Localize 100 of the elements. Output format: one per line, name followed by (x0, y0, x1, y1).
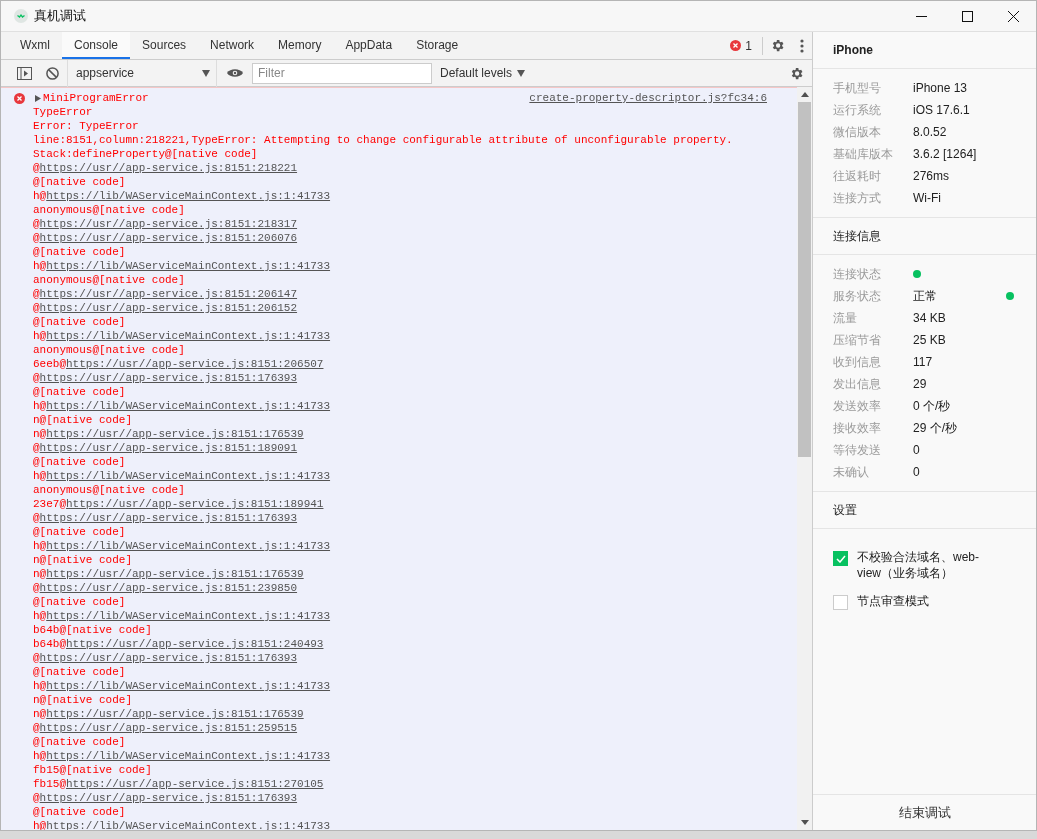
error-text: b64b@[native code] (33, 623, 152, 637)
source-link[interactable]: https://lib/WAServiceMainContext.js:1:41733 (46, 750, 331, 762)
source-link[interactable]: https://usr//app-service.js:8151:176539 (46, 428, 304, 440)
sidebar-toggle-icon[interactable] (17, 66, 32, 80)
context-select[interactable]: appservice (67, 59, 217, 87)
error-text: @[native code] (33, 245, 126, 259)
checkbox[interactable] (833, 551, 848, 566)
source-link[interactable]: https://usr//app-service.js:8151:176393 (39, 512, 298, 524)
source-link[interactable]: https://lib/WAServiceMainContext.js:1:41733 (46, 330, 331, 342)
source-link[interactable]: https://lib/WAServiceMainContext.js:1:41733 (46, 540, 331, 552)
caret-icon (517, 69, 526, 77)
error-title[interactable]: MiniProgramError (43, 91, 149, 105)
settings-icon[interactable] (789, 65, 804, 81)
stack-frame: n@https://usr//app-service.js:8151:176539 (33, 427, 304, 441)
source-link[interactable]: https://usr//app-service.js:8151:218221 (39, 162, 298, 174)
devtools-tab[interactable]: Wxml (8, 32, 62, 59)
info-value: 29 个/秒 (913, 420, 957, 437)
source-link[interactable]: https://lib/WAServiceMainContext.js:1:41733 (46, 400, 331, 412)
source-link[interactable]: https://usr//app-service.js:8151:206147 (39, 288, 298, 300)
info-label: 收到信息 (833, 354, 882, 371)
eye-icon[interactable] (227, 68, 243, 78)
source-link[interactable]: https://usr//app-service.js:8151:240493 (66, 638, 324, 650)
source-link[interactable]: https://usr//app-service.js:8151:176393 (39, 652, 298, 664)
stack-frame: b64b@https://usr//app-service.js:8151:240493 (33, 637, 324, 651)
info-label: 接收效率 (833, 420, 882, 437)
maximize-icon (961, 10, 973, 22)
info-value: 29 (913, 376, 927, 393)
error-text: fb15@[native code] (33, 763, 152, 777)
stack-frame: @https://usr//app-service.js:8151:259515 (33, 721, 298, 735)
info-label: 服务状态 (833, 288, 882, 305)
devtools-tab[interactable]: AppData (333, 32, 405, 59)
info-label: 基础库版本 (833, 146, 894, 163)
source-link[interactable]: https://usr//app-service.js:8151:239850 (39, 582, 298, 594)
source-link[interactable]: https://usr//app-service.js:8151:189941 (66, 498, 324, 510)
app-logo-icon (14, 9, 28, 23)
source-link[interactable]: https://usr//app-service.js:8151:176393 (39, 372, 298, 384)
section-title: 连接信息 (833, 228, 881, 245)
error-text: anonymous@[native code] (33, 203, 185, 217)
source-link[interactable]: https://usr//app-service.js:8151:206152 (39, 302, 298, 314)
info-value: 0 个/秒 (913, 398, 951, 415)
stack-frame: @https://usr//app-service.js:8151:239850 (33, 581, 298, 595)
stack-frame: h@https://lib/WAServiceMainContext.js:1:41733 (33, 539, 331, 553)
error-text: Error: TypeError (33, 119, 139, 133)
source-link[interactable]: https://usr//app-service.js:8151:206076 (39, 232, 298, 244)
info-label: 微信版本 (833, 124, 882, 141)
info-label: 未确认 (833, 464, 870, 481)
info-value: 276ms (913, 168, 950, 185)
error-text: @[native code] (33, 315, 126, 329)
source-link[interactable]: https://usr//app-service.js:8151:206507 (66, 358, 324, 370)
info-label: 连接方式 (833, 190, 882, 207)
stack-frame: h@https://lib/WAServiceMainContext.js:1:41733 (33, 679, 331, 693)
filter-input[interactable]: Filter (252, 62, 432, 84)
more-icon[interactable] (800, 38, 804, 53)
devtools-tab[interactable]: Network (198, 32, 267, 59)
stack-frame: @https://usr//app-service.js:8151:206147 (33, 287, 298, 301)
error-text: n@[native code] (33, 693, 133, 707)
stack-frame: h@https://lib/WAServiceMainContext.js:1:41733 (33, 329, 331, 343)
source-link[interactable]: https://usr//app-service.js:8151:259515 (39, 722, 298, 734)
source-link[interactable]: https://lib/WAServiceMainContext.js:1:41733 (46, 610, 331, 622)
devtools-tab[interactable]: Sources (130, 32, 199, 59)
devtools-tab[interactable]: Console (62, 32, 131, 59)
info-value: 0 (913, 442, 920, 459)
devtools-tab[interactable]: Storage (404, 32, 471, 59)
source-link[interactable]: https://lib/WAServiceMainContext.js:1:41733 (46, 470, 331, 482)
source-link[interactable]: https://usr//app-service.js:8151:176539 (46, 708, 304, 720)
info-value: 34 KB (913, 310, 946, 327)
info-value: 正常 (913, 288, 937, 305)
source-link[interactable]: https://usr//app-service.js:8151:176393 (39, 792, 298, 804)
source-link[interactable]: https://usr//app-service.js:8151:270105 (66, 778, 324, 790)
info-label: 等待发送 (833, 442, 882, 459)
checkbox[interactable] (833, 595, 848, 610)
info-value: 8.0.52 (913, 124, 947, 141)
info-label: 手机型号 (833, 80, 882, 97)
settings-icon[interactable] (770, 38, 785, 53)
error-icon (730, 40, 742, 51)
error-text: anonymous@[native code] (33, 273, 185, 287)
source-link[interactable]: https://lib/WAServiceMainContext.js:1:41733 (46, 190, 331, 202)
expand-triangle-icon[interactable] (35, 94, 41, 102)
source-link[interactable]: https://lib/WAServiceMainContext.js:1:41733 (46, 680, 331, 692)
scroll-down-icon[interactable] (800, 820, 809, 825)
scroll-up-icon[interactable] (800, 92, 809, 97)
stack-frame: h@https://lib/WAServiceMainContext.js:1:41733 (33, 469, 331, 483)
scrollbar[interactable] (797, 87, 812, 830)
source-link[interactable]: https://usr//app-service.js:8151:176539 (46, 568, 304, 580)
info-value: iPhone 13 (913, 80, 968, 97)
stack-frame: n@https://usr//app-service.js:8151:176539 (33, 707, 304, 721)
clear-icon[interactable] (46, 66, 59, 80)
window-title: 真机调试 (34, 7, 86, 26)
error-text: anonymous@[native code] (33, 343, 185, 357)
section-title: 设置 (833, 502, 857, 519)
source-link[interactable]: create-property-descriptor.js?fc34:6 (529, 91, 767, 105)
devtools-tab[interactable]: Memory (266, 32, 334, 59)
levels-dropdown[interactable]: Default levels (440, 64, 526, 82)
error-text: TypeError (33, 105, 93, 119)
source-link[interactable]: https://usr//app-service.js:8151:189091 (39, 442, 298, 454)
device-name: iPhone (833, 42, 873, 59)
source-link[interactable]: https://usr//app-service.js:8151:218317 (39, 218, 298, 230)
info-value: iOS 17.6.1 (913, 102, 970, 119)
error-text: n@[native code] (33, 553, 133, 567)
source-link[interactable]: https://lib/WAServiceMainContext.js:1:41733 (46, 260, 331, 272)
